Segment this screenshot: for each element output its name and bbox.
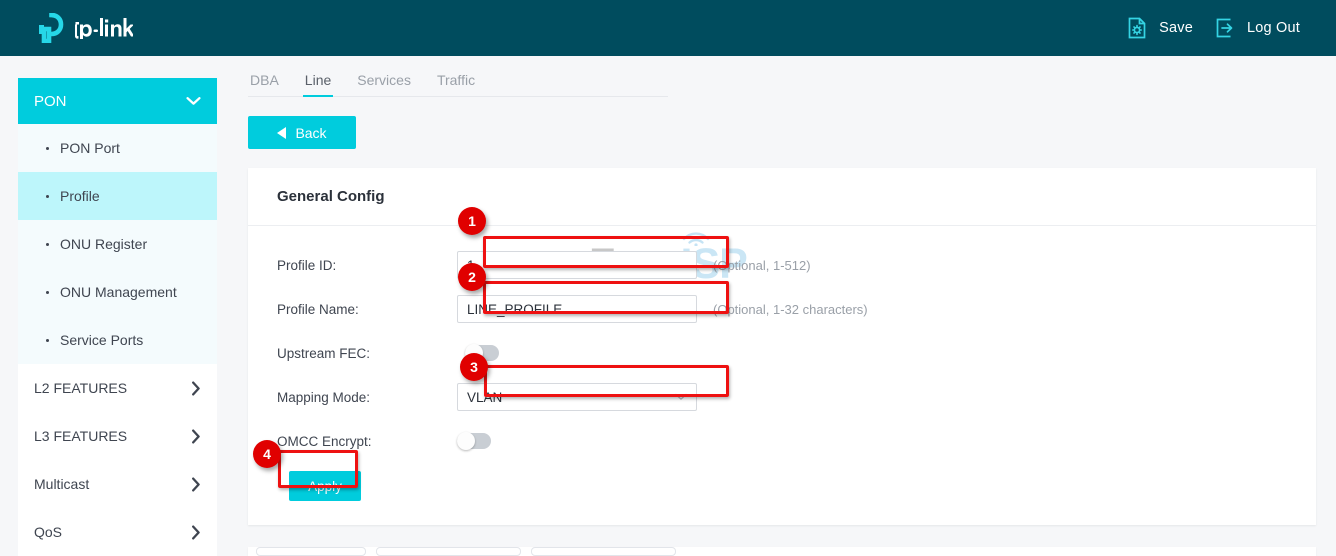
main-content: DBA Line Services Traffic Back General C… bbox=[248, 72, 1316, 525]
profile-name-control bbox=[457, 295, 697, 323]
form-row-omcc-encrypt: OMCC Encrypt: bbox=[248, 419, 1316, 463]
bullet-icon bbox=[46, 243, 49, 246]
brand-wordmark bbox=[71, 17, 133, 39]
mapping-mode-select[interactable]: VLAN bbox=[457, 383, 697, 411]
chevron-right-icon bbox=[191, 429, 201, 444]
sidebar: PON PON Port Profile ONU Register ONU Ma… bbox=[18, 78, 217, 556]
sidebar-group-l2-features[interactable]: L2 FEATURES bbox=[18, 364, 217, 412]
profile-name-hint: (Optional, 1-32 characters) bbox=[713, 302, 868, 317]
mapping-mode-value: VLAN bbox=[467, 390, 502, 405]
general-config-card: General Config ForoISP Profile ID: (Opti… bbox=[248, 168, 1316, 525]
profile-name-input[interactable] bbox=[457, 295, 697, 323]
sidebar-group-multicast[interactable]: Multicast bbox=[18, 460, 217, 508]
tab-bar: DBA Line Services Traffic bbox=[248, 72, 668, 97]
top-header-bar: Save Log Out bbox=[0, 0, 1336, 56]
upstream-fec-label: Upstream FEC: bbox=[248, 346, 457, 361]
sidebar-item-label: PON Port bbox=[60, 140, 120, 156]
back-button[interactable]: Back bbox=[248, 116, 356, 149]
tplink-logo-icon bbox=[35, 13, 67, 43]
profile-id-hint: (Optional, 1-512) bbox=[713, 258, 811, 273]
back-button-label: Back bbox=[295, 125, 326, 141]
sidebar-item-pon-port[interactable]: PON Port bbox=[18, 124, 217, 172]
sidebar-section-label: PON bbox=[34, 93, 67, 110]
bottom-box bbox=[256, 547, 366, 556]
profile-id-input[interactable] bbox=[457, 251, 697, 279]
page-title: General Config bbox=[248, 168, 1316, 205]
tab-traffic[interactable]: Traffic bbox=[435, 72, 477, 97]
tab-line[interactable]: Line bbox=[303, 72, 333, 97]
mapping-mode-control: VLAN bbox=[457, 383, 697, 411]
sidebar-item-label: Profile bbox=[60, 188, 100, 204]
bottom-panel-partial bbox=[248, 547, 1316, 556]
logout-button[interactable]: Log Out bbox=[1213, 16, 1300, 40]
form-row-apply: Apply bbox=[248, 463, 1316, 509]
brand-logo bbox=[35, 13, 133, 43]
bullet-icon bbox=[46, 147, 49, 150]
tab-services[interactable]: Services bbox=[355, 72, 413, 97]
form-row-profile-id: Profile ID: (Optional, 1-512) bbox=[248, 243, 1316, 287]
header-actions: Save Log Out bbox=[1125, 16, 1300, 40]
form-row-upstream-fec: Upstream FEC: bbox=[248, 331, 1316, 375]
logout-arrow-icon bbox=[1213, 16, 1237, 40]
profile-id-control bbox=[457, 251, 697, 279]
upstream-fec-toggle[interactable] bbox=[465, 345, 499, 361]
sidebar-group-label: QoS bbox=[34, 524, 62, 540]
save-document-gear-icon bbox=[1125, 16, 1149, 40]
sidebar-item-label: ONU Register bbox=[60, 236, 147, 252]
sidebar-item-onu-management[interactable]: ONU Management bbox=[18, 268, 217, 316]
apply-button[interactable]: Apply bbox=[289, 471, 361, 501]
bullet-icon bbox=[46, 291, 49, 294]
bottom-box bbox=[376, 547, 521, 556]
mapping-mode-label: Mapping Mode: bbox=[248, 390, 457, 405]
tab-dba[interactable]: DBA bbox=[248, 72, 281, 97]
sidebar-group-l3-features[interactable]: L3 FEATURES bbox=[18, 412, 217, 460]
bullet-icon bbox=[46, 339, 49, 342]
profile-name-label: Profile Name: bbox=[248, 302, 457, 317]
chevron-down-icon bbox=[675, 393, 687, 401]
sidebar-group-label: L3 FEATURES bbox=[34, 428, 127, 444]
general-config-form: Profile ID: (Optional, 1-512) Profile Na… bbox=[248, 226, 1316, 509]
save-label: Save bbox=[1159, 20, 1193, 36]
form-row-profile-name: Profile Name: (Optional, 1-32 characters… bbox=[248, 287, 1316, 331]
chevron-right-icon bbox=[191, 477, 201, 492]
logout-label: Log Out bbox=[1247, 20, 1300, 36]
chevron-down-icon bbox=[186, 96, 201, 106]
sidebar-item-service-ports[interactable]: Service Ports bbox=[18, 316, 217, 364]
profile-id-label: Profile ID: bbox=[248, 258, 457, 273]
sidebar-group-label: Multicast bbox=[34, 476, 89, 492]
chevron-right-icon bbox=[191, 525, 201, 540]
chevron-right-icon bbox=[191, 381, 201, 396]
save-button[interactable]: Save bbox=[1125, 16, 1193, 40]
upstream-fec-control bbox=[465, 345, 499, 361]
triangle-left-icon bbox=[277, 127, 286, 139]
sidebar-group-qos[interactable]: QoS bbox=[18, 508, 217, 556]
sidebar-item-label: ONU Management bbox=[60, 284, 177, 300]
sidebar-item-profile[interactable]: Profile bbox=[18, 172, 217, 220]
omcc-encrypt-label: OMCC Encrypt: bbox=[248, 434, 457, 449]
bottom-box bbox=[531, 547, 676, 556]
sidebar-group-label: L2 FEATURES bbox=[34, 380, 127, 396]
sidebar-section-pon[interactable]: PON bbox=[18, 78, 217, 124]
omcc-encrypt-control bbox=[457, 433, 491, 449]
sidebar-item-onu-register[interactable]: ONU Register bbox=[18, 220, 217, 268]
form-row-mapping-mode: Mapping Mode: VLAN bbox=[248, 375, 1316, 419]
bullet-icon bbox=[46, 195, 49, 198]
sidebar-item-label: Service Ports bbox=[60, 332, 143, 348]
omcc-encrypt-toggle[interactable] bbox=[457, 433, 491, 449]
